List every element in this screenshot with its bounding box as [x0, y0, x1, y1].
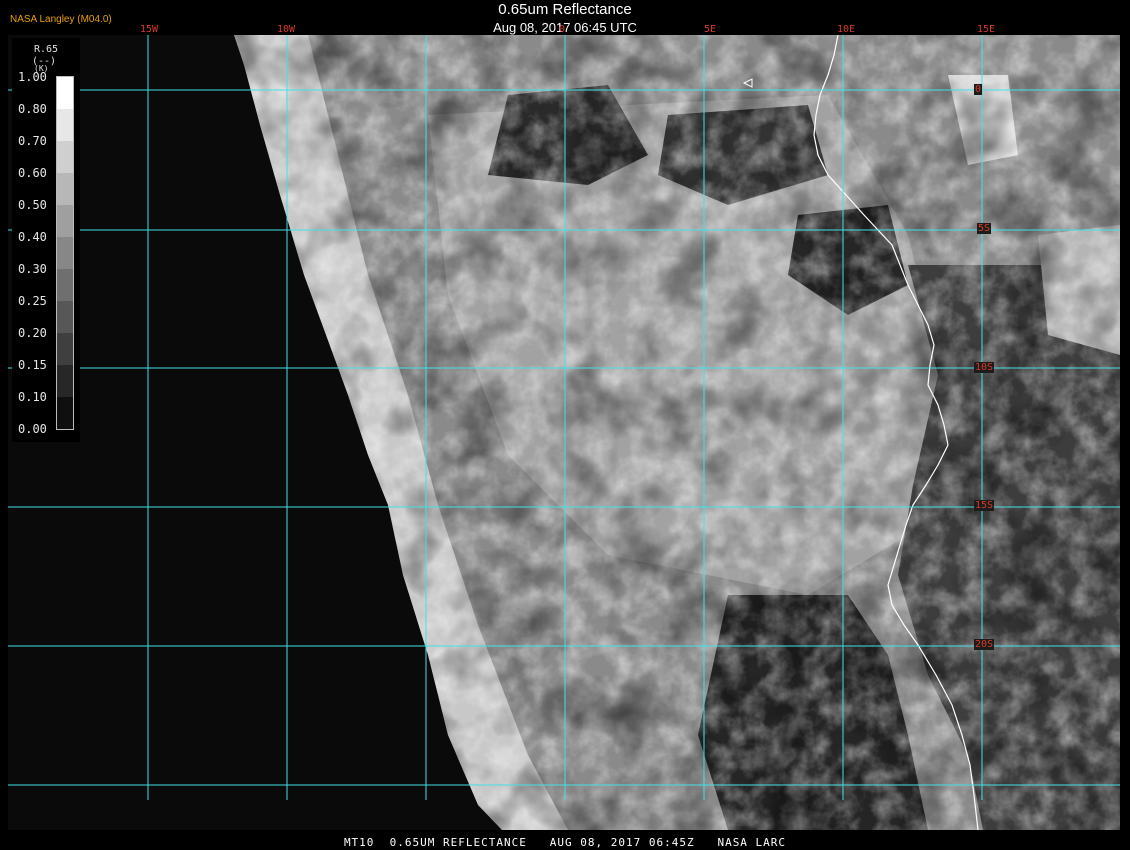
- lon-label-10w: 10W: [277, 24, 296, 35]
- legend-swatch: [57, 365, 73, 397]
- legend-tick: 0.00: [18, 422, 47, 436]
- image-title: 0.65um Reflectance: [498, 1, 632, 18]
- legend-swatch: [57, 141, 73, 173]
- legend-color-bar: [56, 76, 74, 430]
- legend-swatch: [57, 269, 73, 301]
- legend-tick: 1.00: [18, 70, 47, 84]
- color-legend: R.65 (--) (K) 1.00 0.80 0.70 0.60 0.50 0…: [12, 38, 80, 442]
- legend-swatch: [57, 397, 73, 429]
- legend-tick: 0.10: [18, 390, 47, 404]
- lon-label-0: 0: [559, 24, 566, 35]
- lat-label-0: 0: [974, 84, 983, 95]
- legend-swatch: [57, 333, 73, 365]
- satellite-image: [8, 35, 1120, 830]
- legend-tick: 0.50: [18, 198, 47, 212]
- legend-swatch: [57, 77, 73, 109]
- lat-label-15s: 15S: [974, 500, 995, 511]
- lon-label-15w: 15W: [140, 24, 159, 35]
- satellite-image-viewer: NASA Langley (M04.0) 0.65um Reflectance …: [0, 0, 1130, 850]
- lon-label-10e: 10E: [837, 24, 856, 35]
- legend-tick: 0.15: [18, 358, 47, 372]
- legend-swatch: [57, 173, 73, 205]
- lon-label-15e: 15E: [977, 24, 996, 35]
- legend-variable-name: R.65: [34, 44, 59, 55]
- lat-label-5s: 5S: [977, 223, 992, 234]
- legend-swatch: [57, 109, 73, 141]
- image-caption: MT10 0.65UM REFLECTANCE AUG 08, 2017 06:…: [343, 836, 787, 849]
- legend-swatch: [57, 301, 73, 333]
- legend-tick: 0.20: [18, 326, 47, 340]
- legend-tick: 0.70: [18, 134, 47, 148]
- legend-tick: 0.60: [18, 166, 47, 180]
- lon-label-5e: 5E: [704, 24, 717, 35]
- legend-swatch: [57, 237, 73, 269]
- legend-swatch: [57, 205, 73, 237]
- map-canvas: [8, 35, 1120, 830]
- legend-tick: 0.25: [18, 294, 47, 308]
- lat-label-10s: 10S: [974, 362, 995, 373]
- lat-label-20s: 20S: [974, 639, 995, 650]
- legend-tick: 0.80: [18, 102, 47, 116]
- legend-tick: 0.30: [18, 262, 47, 276]
- legend-tick: 0.40: [18, 230, 47, 244]
